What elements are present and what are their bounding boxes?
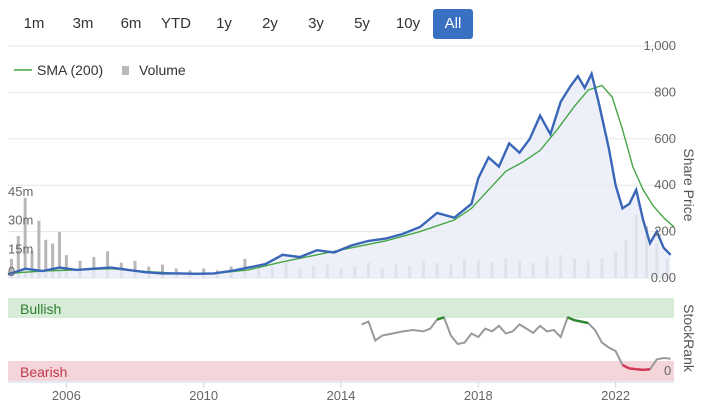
x-tick-label: 2022: [601, 388, 630, 403]
x-tick-label: 2010: [189, 388, 218, 403]
y-tick-label: 800: [654, 84, 676, 99]
legend-volume-label: Volume: [139, 62, 186, 78]
bearish-zone: [8, 361, 674, 381]
stockrank-highlight-segment: [636, 367, 644, 372]
stockrank-highlight-segment: [581, 320, 589, 325]
stockrank-highlight-segment: [574, 318, 582, 323]
y-tick-label: 600: [654, 131, 676, 146]
stockrank-highlight-segment: [642, 367, 651, 372]
bullish-zone: [8, 298, 674, 318]
volume-tick-label: 30m: [8, 213, 33, 228]
volume-tick-label: 0: [8, 264, 15, 279]
bearish-label: Bearish: [20, 364, 67, 380]
y-tick-label: 0.00: [651, 270, 676, 285]
stockrank-axis-label: StockRank: [681, 304, 697, 373]
x-tick-label: 2014: [327, 388, 356, 403]
price-area: [8, 73, 671, 278]
stockrank-highlight-segment: [629, 367, 637, 371]
legend-volume-swatch: [122, 66, 129, 75]
y-tick-label: 400: [654, 177, 676, 192]
volume-bar: [23, 197, 27, 278]
price-axis-label: Share Price: [681, 148, 697, 221]
price-chart: 1,000 800 600 400 200 0.00 0 15m 30m 45m SMA (20…: [7, 38, 697, 403]
volume-tick-label: 45m: [8, 184, 33, 199]
stockrank-zero-tick: 0: [664, 363, 671, 378]
x-axis-ticks: 2006 2010 2014 2018 2022: [52, 382, 630, 403]
volume-tick-label: 15m: [8, 241, 33, 256]
legend-sma-label: SMA (200): [37, 62, 103, 78]
legend: SMA (200) Volume: [14, 62, 186, 78]
stockrank-panel: Bullish Bearish StockRank 0: [8, 298, 697, 381]
bullish-label: Bullish: [20, 301, 61, 317]
y-tick-label: 200: [654, 224, 676, 239]
x-tick-label: 2018: [464, 388, 493, 403]
x-tick-label: 2006: [52, 388, 81, 403]
y-tick-label: 1,000: [643, 38, 676, 53]
